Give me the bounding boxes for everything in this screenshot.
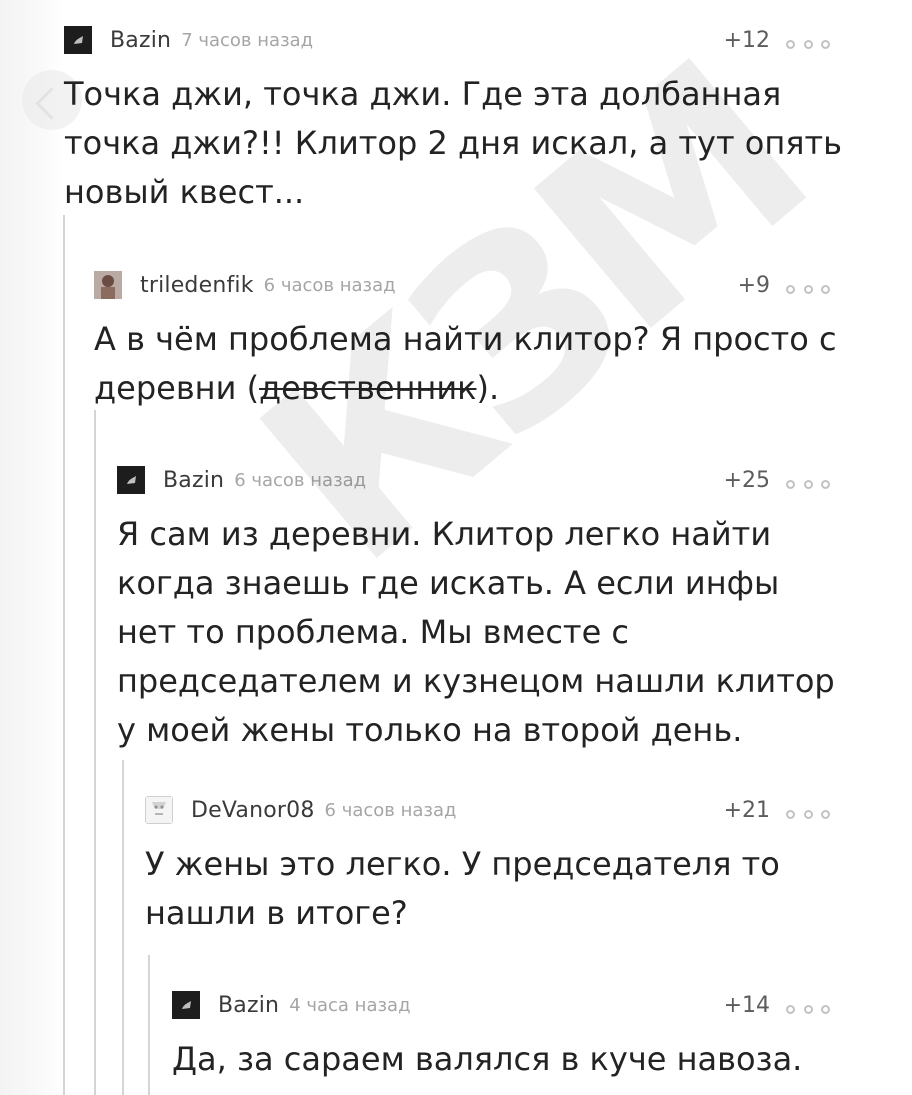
comment-text: Я сам из деревни. Клитор легко найти ког… <box>117 515 835 749</box>
comment: triledenfik 6 часов назад +9 А в чём про… <box>94 265 844 413</box>
comment: Bazin 6 часов назад +25 Я сам из деревни… <box>117 460 844 755</box>
more-options-icon[interactable] <box>786 478 830 490</box>
rating: +21 <box>723 798 770 823</box>
thread-line-level-3 <box>122 760 124 1095</box>
avatar-icon <box>64 26 92 54</box>
thread-line-level-1 <box>63 215 65 1095</box>
avatar-icon <box>172 991 200 1019</box>
comment-text: А в чём проблема найти клитор? Я просто … <box>94 315 844 413</box>
strikethrough-text: девственник <box>259 369 477 407</box>
comment-thread-screen: Bazin 7 часов назад +12 Точка джи, точка… <box>0 0 912 1095</box>
thread-line-level-2 <box>94 410 96 1095</box>
avatar[interactable] <box>145 796 173 824</box>
left-shading <box>0 0 62 1095</box>
timestamp: 4 часа назад <box>289 994 411 1016</box>
avatar[interactable] <box>117 466 145 494</box>
timestamp: 6 часов назад <box>234 469 367 491</box>
comment-header: Bazin 6 часов назад +25 <box>117 460 844 500</box>
username[interactable]: DeVanor08 <box>191 798 315 823</box>
rating: +14 <box>723 993 770 1018</box>
comment-text: Точка джи, точка джи. Где эта долбанная … <box>64 75 843 211</box>
username[interactable]: Bazin <box>163 468 224 493</box>
username[interactable]: Bazin <box>218 993 279 1018</box>
rating: +12 <box>723 28 770 53</box>
avatar[interactable] <box>94 271 122 299</box>
timestamp: 6 часов назад <box>263 274 396 296</box>
avatar-icon <box>117 466 145 494</box>
more-options-icon[interactable] <box>786 1003 830 1015</box>
more-options-icon[interactable] <box>786 283 830 295</box>
comment-header: DeVanor08 6 часов назад +21 <box>145 790 844 830</box>
comment: Bazin 4 часа назад +14 Да, за сараем вал… <box>172 985 844 1084</box>
comment-text: У жены это легко. У председателя то нашл… <box>145 845 780 932</box>
rating: +9 <box>737 273 770 298</box>
rating: +25 <box>723 468 770 493</box>
more-options-icon[interactable] <box>786 38 830 50</box>
comment-text: Да, за сараем валялся в куче навоза. <box>172 1040 803 1078</box>
thread-line-level-4 <box>148 955 150 1095</box>
comment: DeVanor08 6 часов назад +21 У жены это л… <box>145 790 844 938</box>
avatar-icon <box>94 271 122 299</box>
timestamp: 7 часов назад <box>181 29 314 51</box>
comment-header: Bazin 7 часов назад +12 <box>64 20 844 60</box>
username[interactable]: Bazin <box>110 28 171 53</box>
timestamp: 6 часов назад <box>324 799 457 821</box>
comment-text-suffix: ). <box>476 369 500 407</box>
comment: Bazin 7 часов назад +12 Точка джи, точка… <box>64 20 844 217</box>
avatar[interactable] <box>64 26 92 54</box>
avatar-icon <box>146 797 172 823</box>
more-options-icon[interactable] <box>786 808 830 820</box>
username[interactable]: triledenfik <box>140 273 254 298</box>
comment-header: Bazin 4 часа назад +14 <box>172 985 844 1025</box>
comment-header: triledenfik 6 часов назад +9 <box>94 265 844 305</box>
avatar[interactable] <box>172 991 200 1019</box>
